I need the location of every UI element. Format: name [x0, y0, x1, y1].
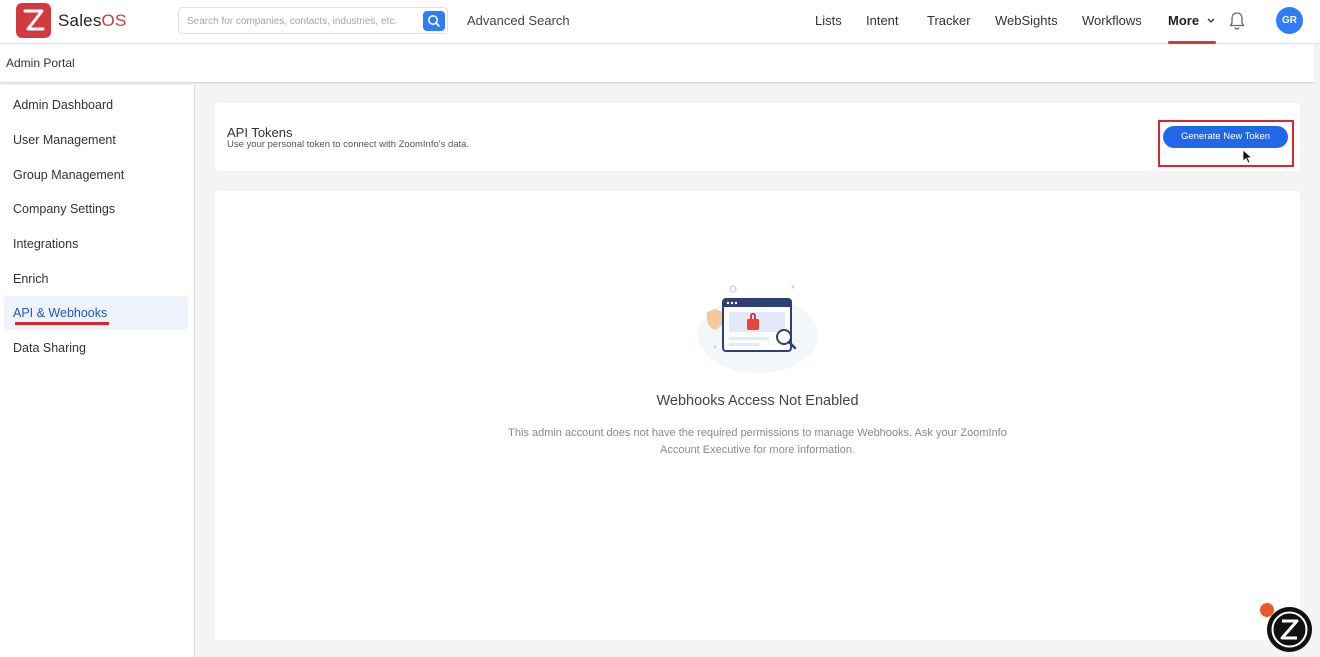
nav-more[interactable]: More	[1168, 13, 1216, 28]
salesos-logo-icon[interactable]	[16, 3, 51, 38]
api-tokens-title: API Tokens	[227, 125, 293, 140]
sidebar-item-company-settings[interactable]: Company Settings	[4, 192, 188, 226]
mouse-cursor-icon	[1242, 149, 1253, 164]
nav-tracker[interactable]: Tracker	[927, 13, 971, 28]
nav-workflows[interactable]: Workflows	[1082, 13, 1142, 28]
sidebar-item-label: API & Webhooks	[13, 306, 108, 320]
brand-name: SalesOS	[58, 11, 127, 30]
top-navigation-bar: SalesOS Advanced Search Lists Intent Tra…	[0, 0, 1320, 44]
notifications-bell-icon[interactable]	[1228, 11, 1246, 36]
sidebar-item-data-sharing[interactable]: Data Sharing	[4, 331, 188, 365]
portal-header: Admin Portal	[0, 45, 1314, 83]
nav-websights[interactable]: WebSights	[995, 13, 1058, 28]
zoominfo-logo-icon	[1271, 611, 1308, 648]
user-avatar[interactable]: GR	[1276, 7, 1303, 34]
global-search-box	[178, 7, 448, 34]
active-item-underline	[15, 322, 109, 325]
api-tokens-card: API Tokens Use your personal token to co…	[215, 103, 1300, 171]
chevron-down-icon	[1207, 18, 1215, 23]
nav-more-label: More	[1168, 13, 1200, 28]
search-icon	[428, 15, 440, 27]
sidebar-item-group-management[interactable]: Group Management	[4, 158, 188, 192]
notification-dot	[1260, 603, 1274, 617]
admin-sidebar: Admin Dashboard User Management Group Ma…	[0, 85, 195, 657]
sidebar-item-enrich[interactable]: Enrich	[4, 262, 188, 296]
advanced-search-link[interactable]: Advanced Search	[467, 13, 570, 28]
nav-lists[interactable]: Lists	[815, 13, 842, 28]
nav-intent[interactable]: Intent	[866, 13, 899, 28]
locked-browser-icon	[698, 285, 818, 373]
webhooks-empty-message: This admin account does not have the req…	[508, 427, 1007, 456]
sidebar-item-user-management[interactable]: User Management	[4, 123, 188, 157]
zoominfo-assistant-button[interactable]	[1267, 607, 1312, 652]
sidebar-item-api-webhooks[interactable]: API & Webhooks	[4, 296, 188, 330]
webhooks-empty-title: Webhooks Access Not Enabled	[656, 393, 859, 409]
page-title: Admin Portal	[6, 56, 75, 70]
sidebar-item-integrations[interactable]: Integrations	[4, 227, 188, 261]
sidebar-item-admin-dashboard[interactable]: Admin Dashboard	[4, 88, 188, 122]
api-tokens-subtitle: Use your personal token to connect with …	[227, 139, 470, 150]
generate-new-token-button[interactable]: Generate New Token	[1163, 126, 1288, 148]
nav-more-active-indicator	[1168, 41, 1216, 44]
search-input[interactable]	[187, 13, 417, 29]
webhooks-card: Webhooks Access Not Enabled This admin a…	[215, 191, 1300, 640]
search-button[interactable]	[423, 11, 445, 31]
